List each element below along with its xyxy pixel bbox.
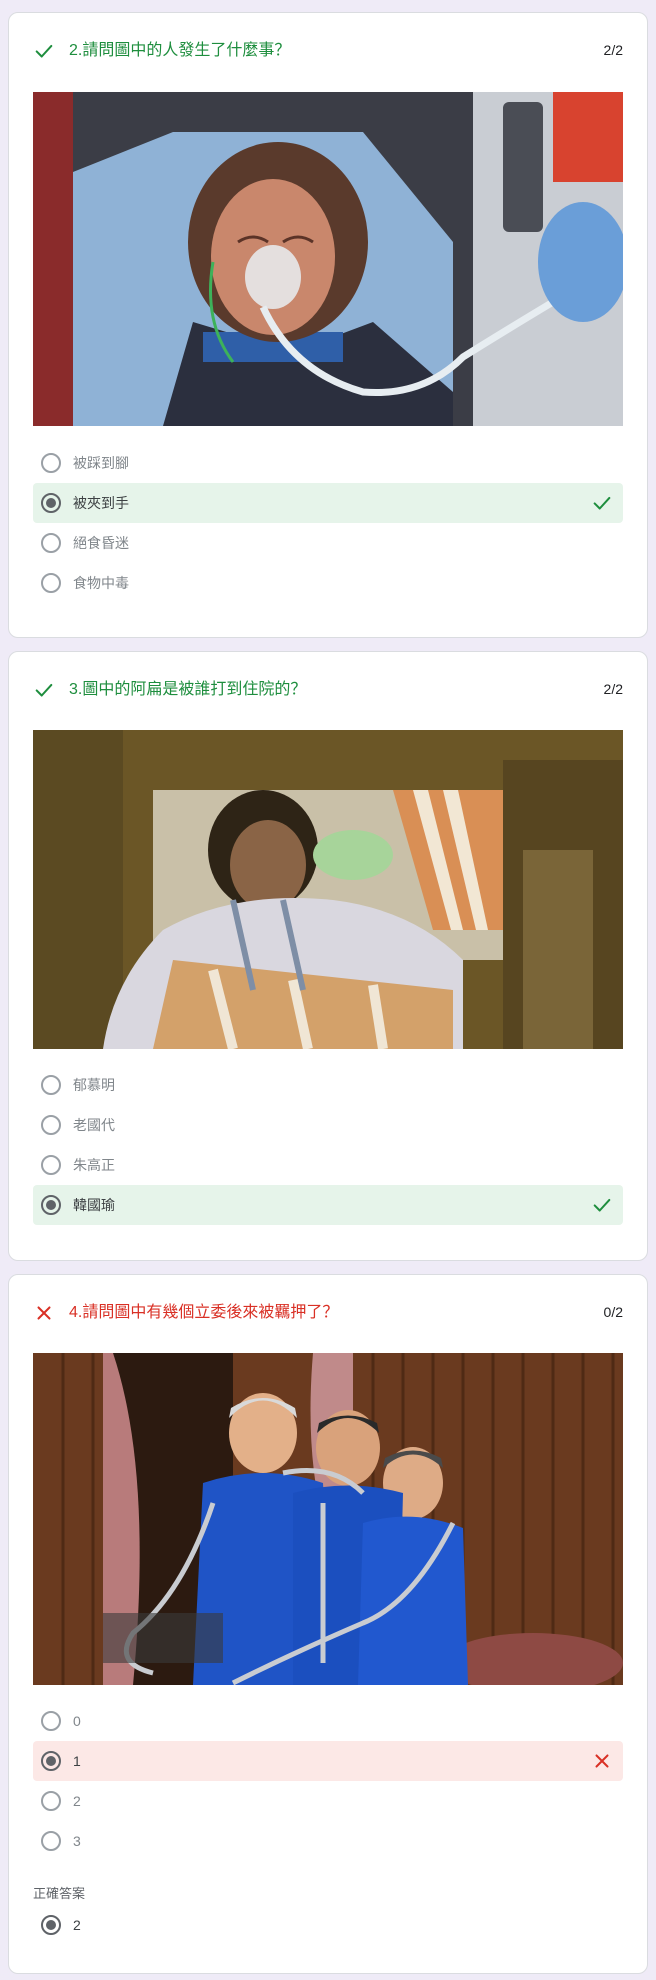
option-1[interactable]: 1 <box>33 1741 623 1781</box>
radio-button[interactable] <box>41 573 61 593</box>
question-score: 0/2 <box>603 1304 623 1320</box>
checkmark-icon <box>593 1198 611 1212</box>
radio-button[interactable] <box>41 1791 61 1811</box>
radio-button[interactable] <box>41 1075 61 1095</box>
radio-button-selected[interactable] <box>41 1751 61 1771</box>
option-label: 3 <box>73 1833 81 1849</box>
question-header: 2.請問圖中的人發生了什麼事？ 2/2 <box>33 39 623 65</box>
checkmark-icon <box>593 496 611 510</box>
option-label: 食物中毒 <box>73 575 129 591</box>
option-label: 郁慕明 <box>73 1077 115 1093</box>
cross-icon <box>37 1306 51 1320</box>
question-header: 3.圖中的阿扁是被誰打到住院的？ 2/2 <box>33 678 623 704</box>
radio-button-selected[interactable] <box>41 1195 61 1215</box>
option-label: 老國代 <box>73 1117 115 1133</box>
radio-button[interactable] <box>41 1155 61 1175</box>
radio-button[interactable] <box>41 1711 61 1731</box>
option-1[interactable]: 老國代 <box>33 1105 623 1145</box>
checkmark-icon <box>35 683 53 697</box>
option-label: 被踩到腳 <box>73 455 129 471</box>
question-score: 2/2 <box>603 681 623 697</box>
checkmark-icon <box>35 44 53 58</box>
option-1[interactable]: 被夾到手 <box>33 483 623 523</box>
option-0[interactable]: 0 <box>33 1701 623 1741</box>
question-title: 2.請問圖中的人發生了什麼事？ <box>69 42 291 59</box>
option-label: 韓國瑜 <box>73 1197 115 1213</box>
radio-button[interactable] <box>41 453 61 473</box>
option-3[interactable]: 3 <box>33 1821 623 1861</box>
question-card-3: 3.圖中的阿扁是被誰打到住院的？ 2/2 郁慕明 老國代 朱高正 韓國瑜 <box>8 651 648 1261</box>
correct-answer-option: 2 <box>33 1905 623 1945</box>
question-header: 4.請問圖中有幾個立委後來被羈押了？ 0/2 <box>33 1301 623 1327</box>
radio-button[interactable] <box>41 1831 61 1851</box>
question-title: 4.請問圖中有幾個立委後來被羈押了？ <box>69 1304 339 1321</box>
option-label: 被夾到手 <box>73 495 129 511</box>
option-label: 0 <box>73 1713 81 1729</box>
option-3[interactable]: 韓國瑜 <box>33 1185 623 1225</box>
option-label: 絕食昏迷 <box>73 535 129 551</box>
option-2[interactable]: 絕食昏迷 <box>33 523 623 563</box>
option-0[interactable]: 被踩到腳 <box>33 443 623 483</box>
radio-button-selected[interactable] <box>41 493 61 513</box>
question-image <box>33 730 623 1049</box>
radio-button-selected <box>41 1915 61 1935</box>
correct-answer-label: 2 <box>73 1917 81 1933</box>
option-3[interactable]: 食物中毒 <box>33 563 623 603</box>
question-score: 2/2 <box>603 42 623 58</box>
option-2[interactable]: 2 <box>33 1781 623 1821</box>
correct-answer-heading: 正確答案 <box>33 1886 86 1901</box>
option-0[interactable]: 郁慕明 <box>33 1065 623 1105</box>
radio-button[interactable] <box>41 1115 61 1135</box>
option-2[interactable]: 朱高正 <box>33 1145 623 1185</box>
cross-icon <box>595 1754 609 1768</box>
option-label: 朱高正 <box>73 1157 115 1173</box>
question-card-2: 2.請問圖中的人發生了什麼事？ 2/2 被踩到腳 被夾到手 絕食昏迷 食物中毒 <box>8 12 648 638</box>
question-title: 3.圖中的阿扁是被誰打到住院的？ <box>69 681 307 698</box>
question-card-4: 4.請問圖中有幾個立委後來被羈押了？ 0/2 0 1 2 3 正確答案 2 <box>8 1274 648 1974</box>
option-label: 2 <box>73 1793 81 1809</box>
radio-button[interactable] <box>41 533 61 553</box>
question-image <box>33 1353 623 1685</box>
option-label: 1 <box>73 1753 81 1769</box>
question-image <box>33 92 623 426</box>
